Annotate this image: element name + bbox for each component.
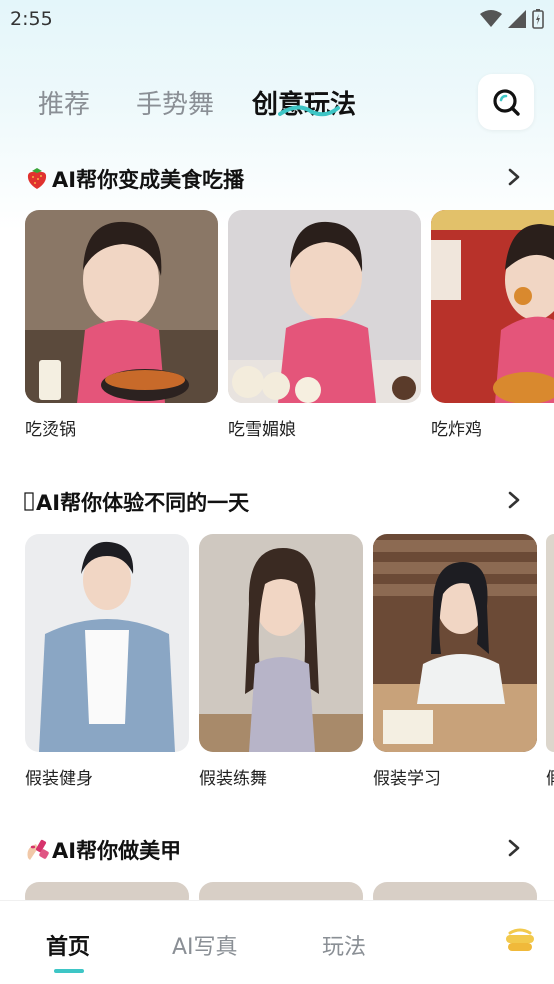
snow-mochi-image	[228, 210, 421, 403]
missing-glyph-icon	[24, 492, 34, 511]
hotpot-image	[25, 210, 218, 403]
nav-profile[interactable]	[500, 925, 540, 961]
food-label-snow-mochi: 吃雪媚娘	[228, 420, 296, 440]
strawberry-icon	[27, 168, 47, 189]
profile-icon	[506, 928, 534, 951]
section-header-different-day[interactable]: AI帮你体验不同的一天	[24, 483, 524, 519]
top-tabs: 推荐 手势舞 创意玩法	[0, 72, 554, 132]
chevron-right-icon	[508, 839, 520, 857]
nav-active-indicator	[54, 969, 84, 973]
partial-image	[546, 534, 554, 752]
day-card-partial[interactable]	[546, 534, 554, 752]
section-title-food: AI帮你变成美食吃播	[24, 164, 244, 194]
section-header-food[interactable]: AI帮你变成美食吃播	[24, 160, 524, 196]
food-card-hotpot[interactable]	[25, 210, 218, 403]
food-card-fried-chicken[interactable]	[431, 210, 554, 403]
section-title-nails-text: AI帮你做美甲	[52, 839, 182, 863]
chevron-right-icon	[508, 491, 520, 509]
tab-gesture-dance[interactable]: 手势舞	[136, 84, 214, 121]
search-icon	[493, 89, 520, 116]
day-card-study[interactable]	[373, 534, 537, 752]
section-header-nails[interactable]: AI帮你做美甲	[24, 831, 524, 867]
nav-ai-portrait[interactable]: AI写真	[172, 929, 238, 961]
status-bar: 2:55	[0, 0, 554, 40]
signal-icon	[508, 10, 526, 28]
day-label-dance: 假装练舞	[199, 769, 267, 789]
day-label-fitness: 假装健身	[25, 769, 93, 789]
tab-recommend[interactable]: 推荐	[38, 84, 90, 121]
section-title-food-text: AI帮你变成美食吃播	[52, 168, 245, 192]
food-card-snow-mochi[interactable]	[228, 210, 421, 403]
food-label-fried-chicken: 吃炸鸡	[431, 420, 482, 440]
status-icons	[480, 9, 544, 29]
bottom-nav: 首页 AI写真 玩法	[0, 900, 554, 984]
dance-image	[199, 534, 363, 752]
nav-home[interactable]: 首页	[46, 929, 90, 961]
section-title-different-day-text: AI帮你体验不同的一天	[36, 491, 250, 515]
day-label-partial: 假	[546, 764, 554, 789]
wifi-icon	[480, 10, 502, 27]
section-title-different-day: AI帮你体验不同的一天	[24, 487, 249, 517]
status-time: 2:55	[10, 8, 53, 30]
nail-polish-icon	[27, 839, 49, 860]
fitness-image	[25, 534, 189, 752]
study-image	[373, 534, 537, 752]
food-label-hotpot: 吃烫锅	[25, 420, 76, 440]
chevron-right-icon	[508, 168, 520, 186]
active-tab-indicator	[278, 105, 340, 117]
day-card-dance[interactable]	[199, 534, 363, 752]
day-card-fitness[interactable]	[25, 534, 189, 752]
battery-icon	[532, 9, 544, 29]
search-button[interactable]	[478, 74, 534, 130]
fried-chicken-image	[431, 210, 554, 403]
section-title-nails: AI帮你做美甲	[24, 835, 181, 865]
day-label-study: 假装学习	[373, 769, 441, 789]
nav-play[interactable]: 玩法	[322, 929, 366, 961]
